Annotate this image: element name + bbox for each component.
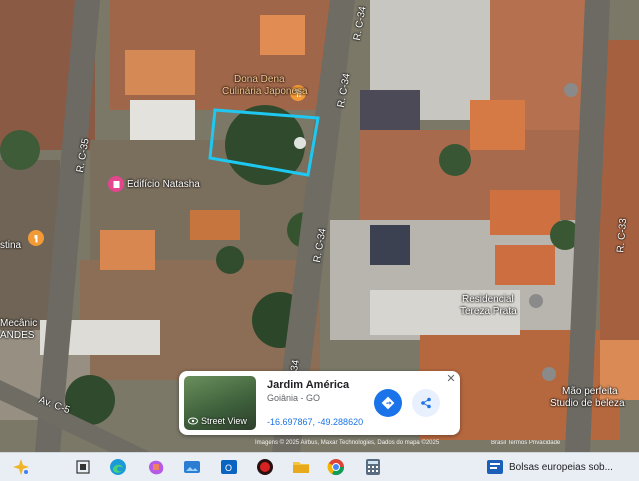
street-view-label: Street View <box>201 416 247 426</box>
news-icon <box>487 460 503 474</box>
file-explorer-icon[interactable] <box>292 458 310 476</box>
outlook-icon[interactable]: O <box>220 458 238 476</box>
building-label[interactable]: Edifício Natasha <box>127 179 200 190</box>
street-view-icon <box>188 417 198 425</box>
restaurant-name-line1[interactable]: Dona Dena <box>234 74 285 85</box>
mechanic-label-line2[interactable]: ANDES <box>0 330 34 341</box>
share-button[interactable] <box>412 389 440 417</box>
place-info-card[interactable]: Street View Jardim América Goiânia - GO … <box>179 371 460 435</box>
restaurant-name-line2[interactable]: Culinária Japonesa <box>222 86 308 97</box>
copilot-app-icon[interactable] <box>147 458 165 476</box>
beauty-pin-icon[interactable] <box>542 367 556 381</box>
street-view-link[interactable]: Street View <box>188 416 247 426</box>
map-links[interactable]: Brasil Termos Privacidade <box>491 440 560 446</box>
edge-icon[interactable] <box>109 458 127 476</box>
news-widget[interactable]: Bolsas europeias sob... <box>487 460 613 474</box>
residencial-label-line2[interactable]: Tereza Prata <box>460 306 517 317</box>
share-icon <box>421 397 431 409</box>
app-red-icon[interactable] <box>256 458 274 476</box>
satellite-map[interactable]: R. C-34 R. C-34 R. C-34 34 R. C-35 R. C-… <box>0 0 639 452</box>
windows-taskbar: O Bolsas europeias sob... <box>0 452 639 481</box>
close-card-button[interactable]: ✕ <box>445 373 457 385</box>
road-label-c34-bottom: 34 <box>289 359 302 372</box>
place-coordinates[interactable]: -16.697867, -49.288620 <box>267 417 363 427</box>
street-view-thumbnail[interactable]: Street View <box>184 376 256 430</box>
left-place-label[interactable]: stina <box>0 240 21 251</box>
directions-button[interactable] <box>374 389 402 417</box>
place-title: Jardim América <box>267 379 350 391</box>
photos-icon[interactable] <box>183 458 201 476</box>
task-view-icon[interactable] <box>74 458 92 476</box>
copilot-icon[interactable] <box>12 458 30 476</box>
svg-text:O: O <box>225 463 232 473</box>
building-pin-icon[interactable] <box>108 176 124 192</box>
beauty-label-line1[interactable]: Mão perfeita <box>562 386 618 397</box>
residencial-label-line1[interactable]: Residencial <box>462 294 514 305</box>
gray-place-pin-icon[interactable] <box>564 83 578 97</box>
left-place-pin-icon[interactable] <box>28 230 44 246</box>
residencial-pin-icon[interactable] <box>529 294 543 308</box>
chrome-icon[interactable] <box>327 458 345 476</box>
beauty-label-line2[interactable]: Studio de beleza <box>550 398 625 409</box>
directions-icon <box>381 396 395 410</box>
news-headline: Bolsas europeias sob... <box>509 461 613 473</box>
mechanic-label-line1[interactable]: Mecânic <box>0 318 37 329</box>
map-attribution: Imagens © 2025 Airbus, Maxar Technologie… <box>255 440 440 446</box>
location-dot-icon <box>294 137 306 149</box>
place-subtitle: Goiânia - GO <box>267 393 321 403</box>
calculator-icon[interactable] <box>364 458 382 476</box>
